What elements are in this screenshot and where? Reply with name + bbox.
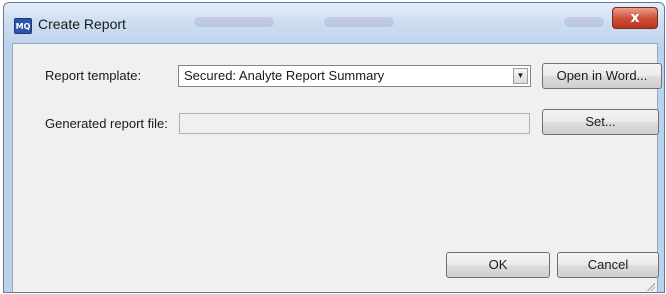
generated-report-file-label: Generated report file: [45, 116, 168, 131]
cancel-button[interactable]: Cancel [557, 252, 659, 278]
report-template-dropdown[interactable]: Secured: Analyte Report Summary ▼ [178, 65, 531, 87]
set-button[interactable]: Set... [542, 109, 659, 135]
open-in-word-button[interactable]: Open in Word... [542, 63, 662, 89]
close-icon: x [630, 10, 640, 26]
ok-button[interactable]: OK [446, 252, 550, 278]
create-report-dialog: MQ Create Report x Report template: Secu… [3, 2, 665, 293]
title-bar-background-blur [194, 17, 274, 27]
window-title: Create Report [38, 16, 126, 32]
dialog-body: Report template: Secured: Analyte Report… [12, 43, 662, 292]
report-template-value: Secured: Analyte Report Summary [184, 68, 385, 83]
title-bar[interactable]: MQ Create Report x [4, 3, 664, 43]
title-bar-background-blur [564, 17, 604, 27]
close-button[interactable]: x [612, 7, 658, 29]
chevron-down-icon[interactable]: ▼ [513, 68, 528, 84]
resize-grip-icon[interactable] [645, 281, 655, 291]
app-icon: MQ [14, 18, 32, 34]
generated-report-file-field[interactable] [179, 113, 530, 134]
report-template-label: Report template: [45, 68, 142, 83]
title-bar-background-blur [324, 17, 394, 27]
